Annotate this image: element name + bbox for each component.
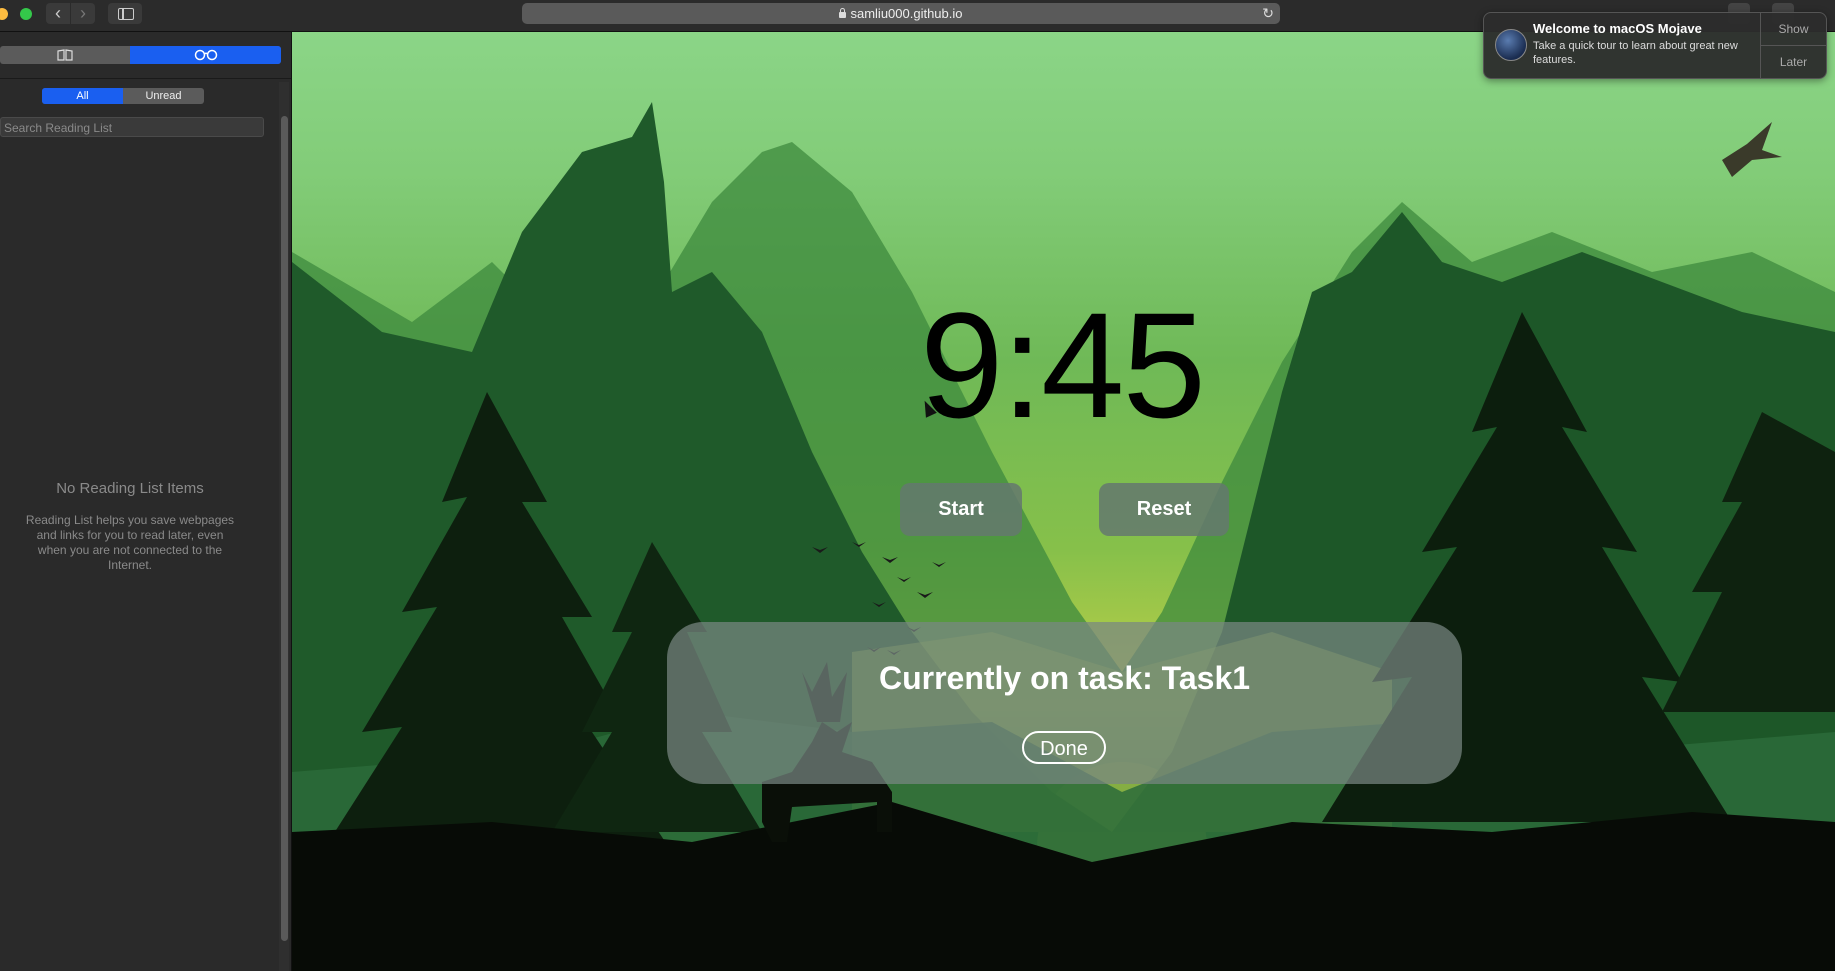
zoom-window-button[interactable]	[20, 8, 32, 20]
chevron-left-icon: ‹	[55, 3, 61, 23]
filter-unread-button[interactable]: Unread	[123, 88, 204, 104]
filter-all-button[interactable]: All	[42, 88, 123, 104]
divider	[0, 78, 291, 79]
forest-background	[292, 102, 1835, 971]
notification-body: Take a quick tour to learn about great n…	[1533, 40, 1738, 66]
current-task-text: Currently on task: Task1	[878, 660, 1251, 696]
empty-state-description: Reading List helps you save webpages and…	[25, 513, 235, 572]
reset-button[interactable]: Reset	[1099, 483, 1229, 536]
book-icon	[57, 49, 73, 61]
sidebar-scrollbar[interactable]	[279, 82, 289, 971]
mojave-icon	[1495, 29, 1527, 61]
chevron-right-icon: ›	[80, 3, 86, 23]
url-text: samliu000.github.io	[850, 6, 963, 21]
countdown-timer: 9:45	[920, 281, 1206, 449]
reading-list-sidebar: All Unread Search Reading List No Readin…	[0, 32, 292, 971]
sidebar-mode-selector	[0, 46, 281, 64]
minimize-window-button[interactable]	[0, 8, 8, 20]
address-bar[interactable]: samliu000.github.io ↻	[522, 3, 1280, 24]
sidebar-toggle-button[interactable]	[108, 3, 142, 24]
reading-list-tab[interactable]	[130, 46, 281, 64]
eagle	[1722, 122, 1782, 177]
reading-list-filter: All Unread	[42, 88, 204, 104]
web-page: 9:45 Start Reset Currently on task: Task…	[292, 32, 1835, 971]
reload-icon[interactable]: ↻	[1262, 3, 1274, 24]
done-button[interactable]: Done	[1022, 731, 1106, 764]
glasses-icon	[194, 49, 217, 61]
forward-button[interactable]: ›	[71, 3, 95, 24]
start-button[interactable]: Start	[900, 483, 1022, 536]
sidebar-icon	[118, 8, 134, 20]
notification-title: Welcome to macOS Mojave	[1533, 21, 1702, 36]
empty-state-title: No Reading List Items	[56, 480, 204, 497]
notification-show-button[interactable]: Show	[1761, 13, 1826, 45]
bookmarks-tab[interactable]	[0, 46, 130, 64]
lock-icon	[839, 8, 847, 18]
notification-later-button[interactable]: Later	[1761, 46, 1826, 78]
search-reading-list-input[interactable]: Search Reading List	[0, 117, 264, 137]
current-task-panel: Currently on task: Task1 Done	[667, 622, 1462, 784]
scroll-thumb[interactable]	[281, 116, 288, 941]
back-button[interactable]: ‹	[46, 3, 70, 24]
system-notification[interactable]: Welcome to macOS Mojave Take a quick tou…	[1483, 12, 1827, 79]
